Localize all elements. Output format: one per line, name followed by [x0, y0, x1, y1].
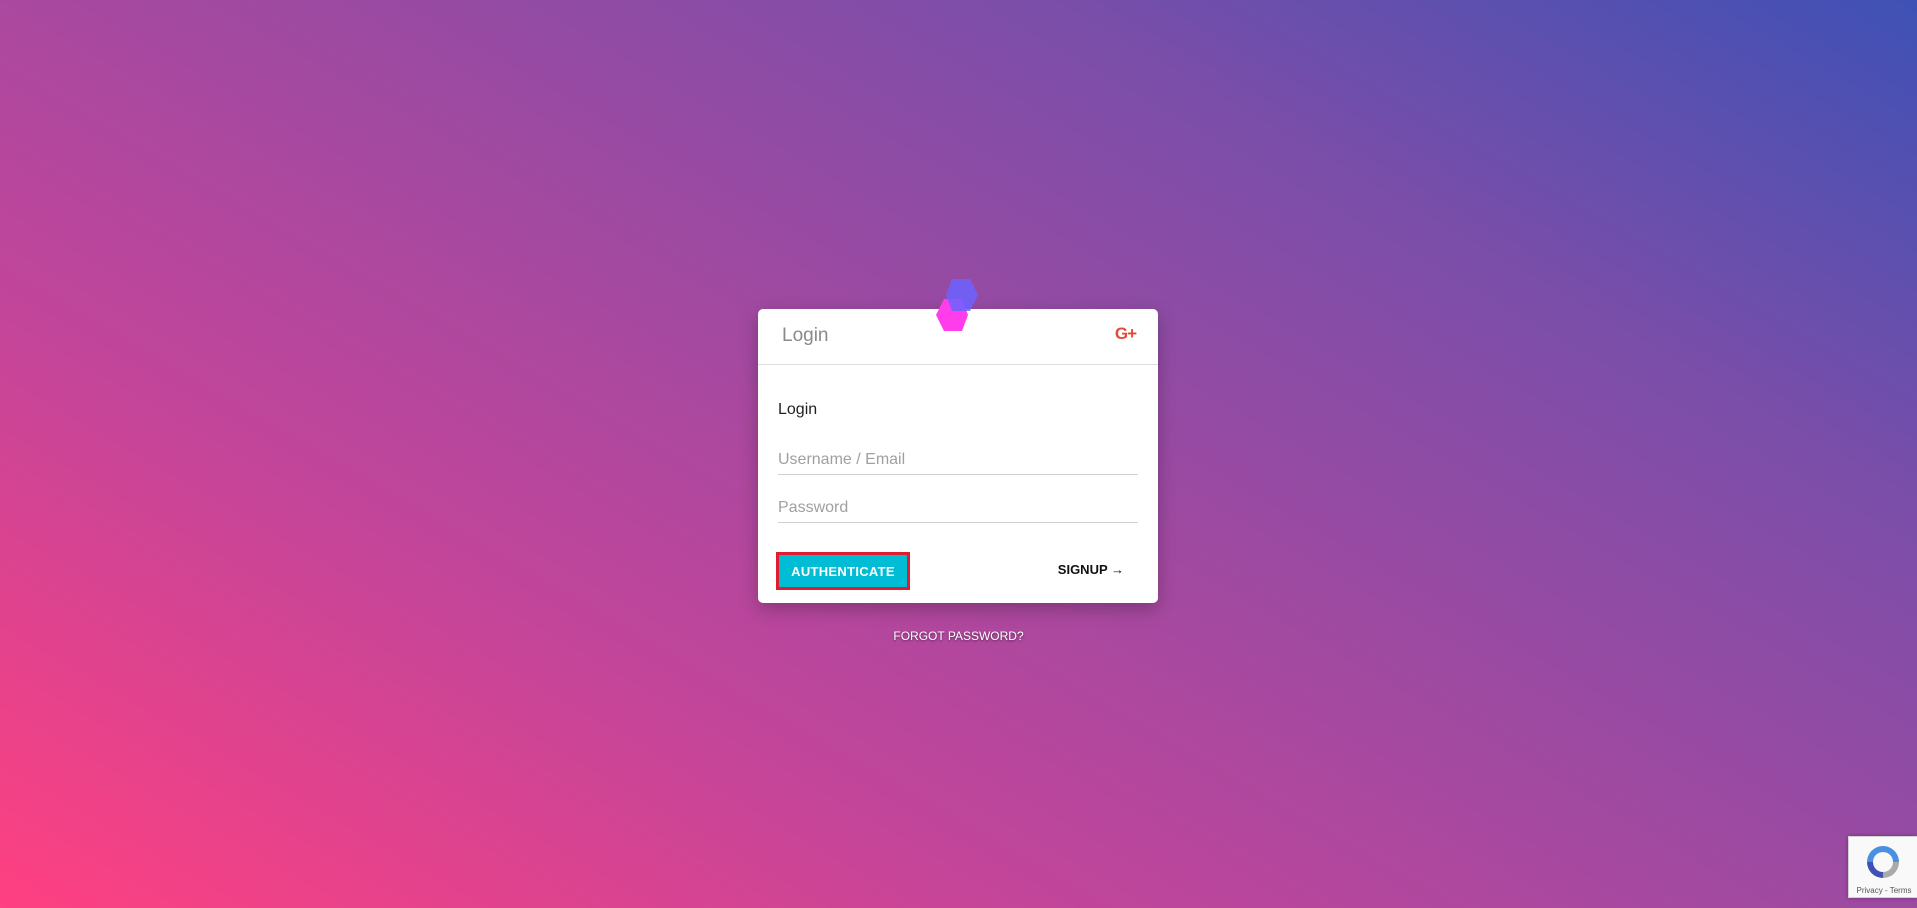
recaptcha-links[interactable]: Privacy - Terms: [1851, 886, 1917, 895]
card-header: Login G+: [758, 309, 1158, 365]
password-input[interactable]: [778, 494, 1138, 523]
form-title: Login: [778, 401, 818, 418]
recaptcha-badge[interactable]: Privacy - Terms: [1848, 836, 1917, 898]
google-plus-icon[interactable]: G+: [1115, 324, 1137, 344]
signup-link[interactable]: SIGNUP →: [1058, 562, 1124, 577]
forgot-password-link[interactable]: FORGOT PASSWORD?: [0, 629, 1917, 643]
username-email-input[interactable]: [778, 446, 1138, 475]
authenticate-button[interactable]: AUTHENTICATE: [776, 552, 910, 590]
login-card: Login G+ Login AUTHENTICATE SIGNUP →: [758, 279, 1158, 603]
recaptcha-icon: [1867, 846, 1899, 878]
card-header-title: Login: [782, 325, 829, 346]
